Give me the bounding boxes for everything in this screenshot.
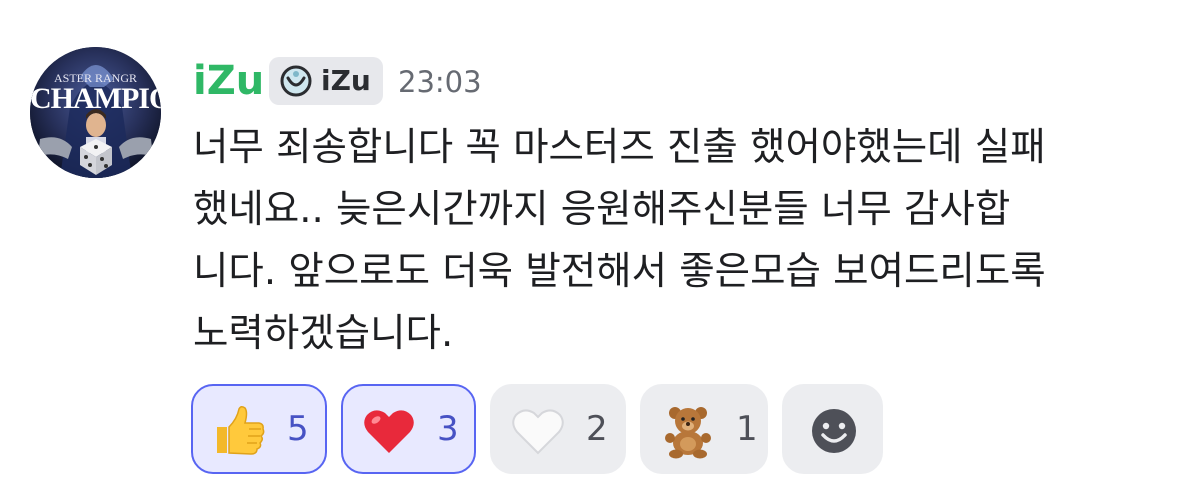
white-heart-icon [512, 409, 564, 455]
chat-message: ASTER RANGR CHAMPION iZu iZu 23:03 너무 죄송… [0, 0, 1200, 491]
message-content: 너무 죄송합니다 꼭 마스터즈 진출 했어야했는데 실패 했네요.. 늦은시간까… [193, 125, 1046, 356]
reaction-count: 3 [437, 409, 459, 449]
reaction-thumbs-up[interactable]: 5 [191, 384, 327, 474]
timestamp[interactable]: 23:03 [398, 56, 482, 108]
reaction-count: 1 [736, 409, 758, 449]
guild-tag-icon [280, 65, 312, 97]
reaction-red-heart[interactable]: 3 [341, 384, 476, 474]
user-avatar[interactable]: ASTER RANGR CHAMPION [30, 47, 161, 178]
avatar-caption-main: CHAMPION [30, 82, 161, 115]
thumbs-up-icon [217, 405, 265, 455]
reaction-count: 2 [586, 409, 608, 449]
teddy-bear-icon [665, 407, 711, 459]
reaction-white-heart[interactable]: 2 [490, 384, 626, 474]
add-reaction-button[interactable] [782, 384, 883, 474]
reaction-count: 5 [287, 409, 309, 449]
reaction-teddy-bear[interactable]: 1 [640, 384, 768, 474]
smiley-face-icon [812, 409, 856, 453]
server-tag-badge[interactable]: iZu [269, 57, 383, 105]
tag-label: iZu [321, 64, 371, 97]
username[interactable]: iZu [193, 56, 264, 106]
red-heart-icon [364, 410, 414, 453]
